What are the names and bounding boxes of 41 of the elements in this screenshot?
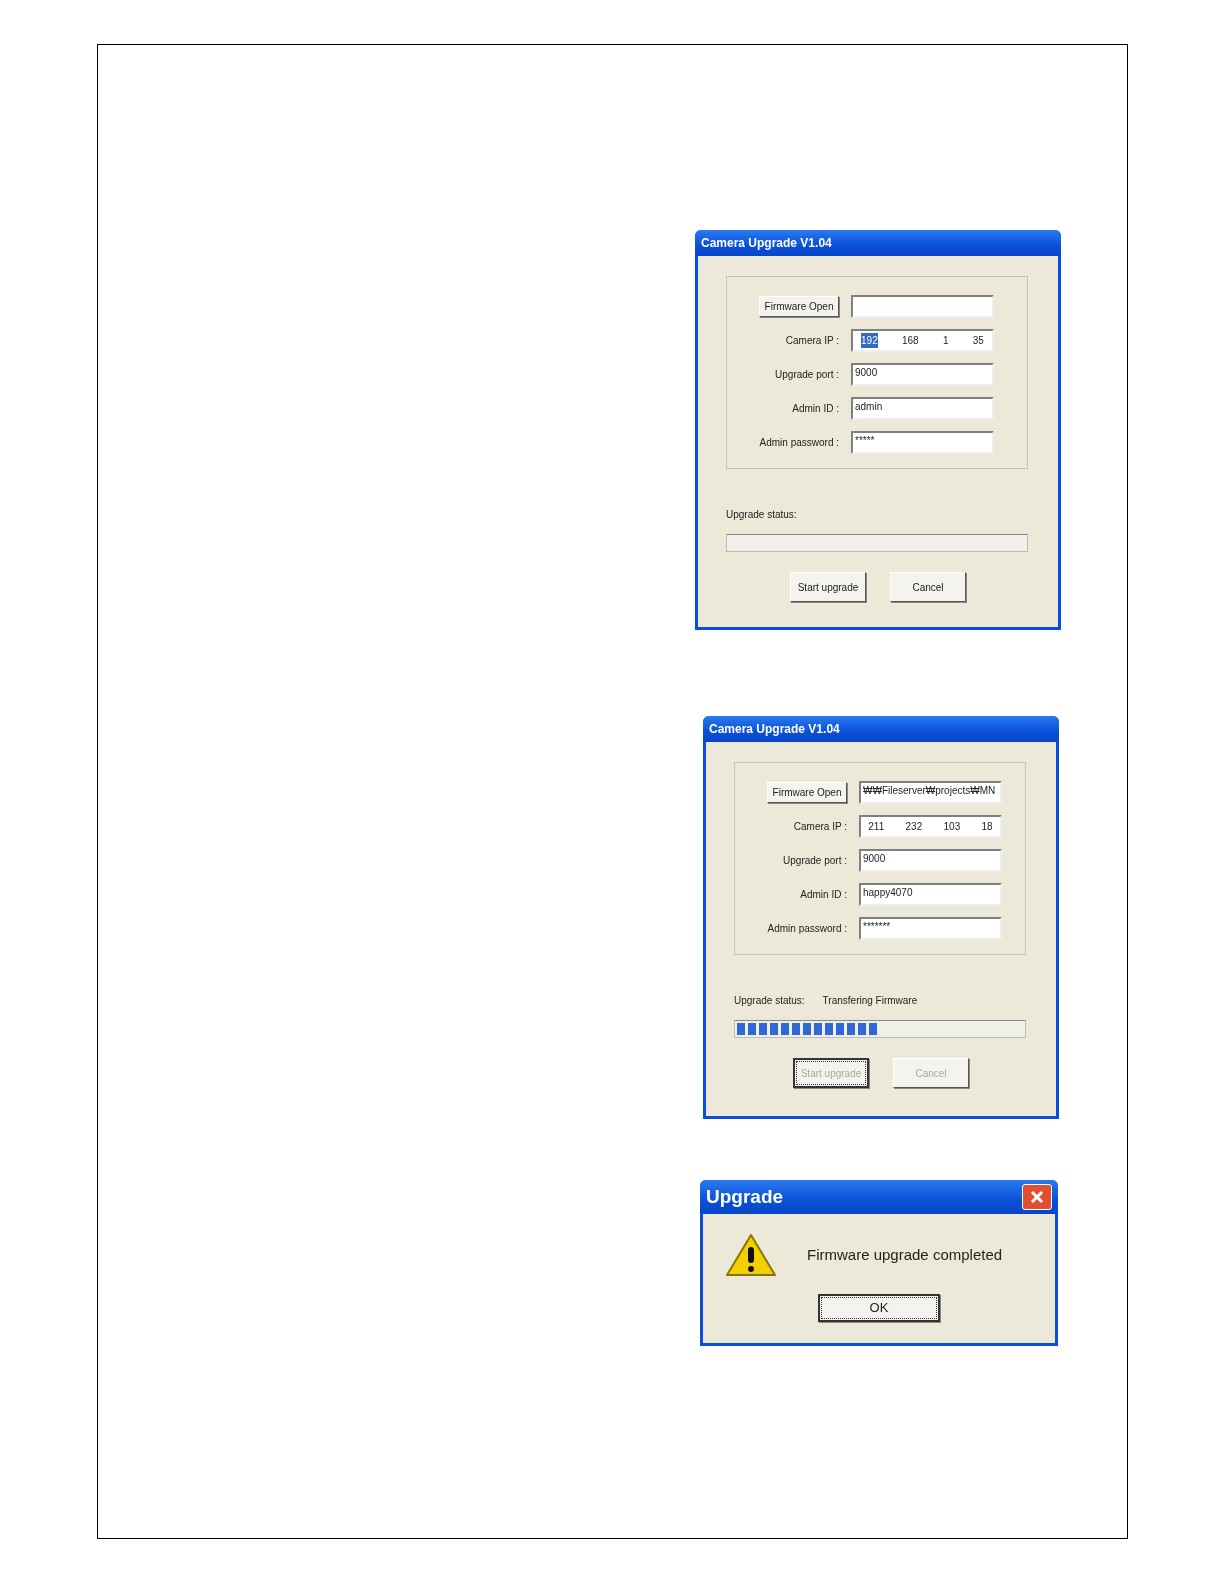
dialog-button[interactable]: Cancel: [890, 572, 966, 602]
field-label: Upgrade port :: [774, 368, 839, 382]
input-field[interactable]: 9000: [851, 363, 994, 386]
ip-octet: 18: [981, 820, 993, 834]
ip-octet: 35: [972, 334, 984, 348]
field-label: Admin ID :: [799, 888, 847, 902]
field-label: Admin password :: [766, 922, 847, 936]
ip-octet: 103: [943, 820, 961, 834]
window-title: Camera Upgrade V1.04: [701, 235, 832, 252]
file-path-field[interactable]: [851, 295, 994, 318]
field-label: Camera IP :: [784, 334, 839, 348]
dialog-button[interactable]: Start upgrade: [790, 572, 866, 602]
ip-octet: 168: [902, 334, 919, 348]
ip-address-field[interactable]: 211 232 103 18: [859, 815, 1002, 838]
ip-octet: 192: [861, 333, 878, 348]
ip-address-field[interactable]: 192 168 1 35: [851, 329, 994, 352]
field-label: Admin ID :: [791, 402, 839, 416]
input-field[interactable]: *******: [859, 917, 1002, 940]
input-field[interactable]: happy4070: [859, 883, 1002, 906]
ip-octet: 232: [905, 820, 923, 834]
close-button[interactable]: [1022, 1184, 1052, 1210]
status-label: Upgrade status:: [726, 508, 797, 522]
firmware-open-button[interactable]: Firmware Open: [767, 782, 847, 803]
close-icon: [1029, 1189, 1045, 1205]
status-label: Upgrade status:: [734, 994, 805, 1008]
window-title: Camera Upgrade V1.04: [709, 721, 840, 738]
message-text: Firmware upgrade completed: [807, 1244, 1003, 1265]
warning-icon: [725, 1232, 777, 1278]
input-field[interactable]: *****: [851, 431, 994, 454]
ip-octet: 211: [868, 820, 885, 834]
ip-octet: 1: [942, 334, 949, 348]
field-label: Upgrade port :: [782, 854, 847, 868]
status-text: Transfering Firmware: [822, 994, 918, 1008]
input-field[interactable]: 9000: [859, 849, 1002, 872]
field-label: Admin password :: [758, 436, 839, 450]
firmware-open-button[interactable]: Firmware Open: [759, 296, 839, 317]
field-label: Camera IP :: [792, 820, 847, 834]
input-field[interactable]: admin: [851, 397, 994, 420]
dialog-button[interactable]: OK: [818, 1294, 940, 1322]
window-title: Upgrade: [706, 1184, 784, 1209]
file-path-field[interactable]: ₩₩Fileserver₩projects₩MN: [859, 781, 1002, 804]
